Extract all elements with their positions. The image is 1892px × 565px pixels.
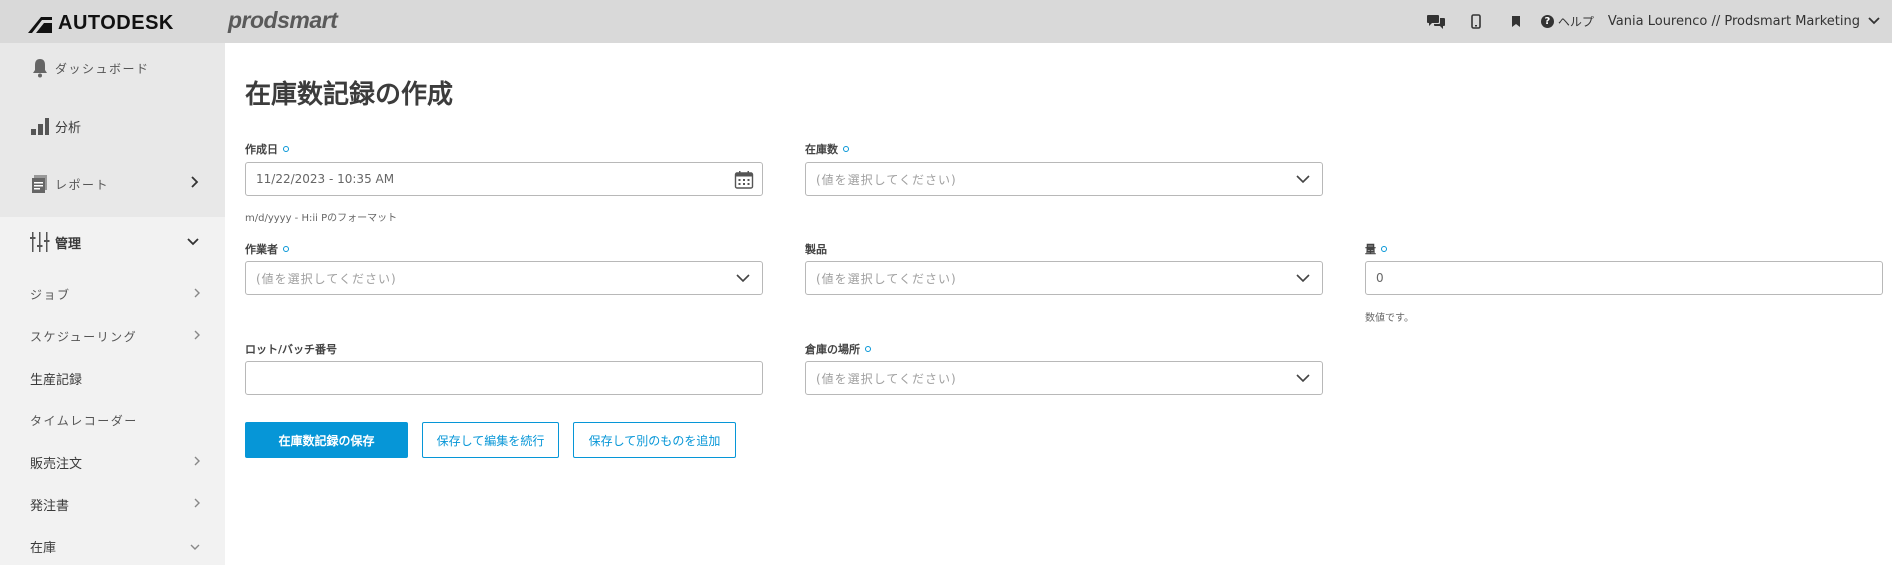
sidebar-subitem-time-recorder[interactable]: タイムレコーダー [30, 412, 200, 428]
product-label: 製品 [805, 241, 827, 257]
stock-count-label: 在庫数 [805, 141, 849, 157]
sliders-icon [29, 231, 51, 253]
quantity-hint: 数値です。 [1365, 313, 1414, 324]
required-indicator-icon [865, 346, 871, 352]
lot-batch-label: ロット/バッチ番号 [245, 341, 337, 357]
top-right-menu: ? ヘルプ Vania Lourenco // Prodsmart Market… [1407, 0, 1880, 43]
sidebar-item-label: 分析 [55, 120, 82, 136]
chevron-right-icon [194, 455, 200, 470]
sidebar-subitem-jobs[interactable]: ジョブ [30, 286, 200, 302]
chevron-down-icon [1296, 372, 1310, 386]
created-date-value: 11/22/2023 - 10:35 AM [256, 172, 395, 186]
quantity-input[interactable]: 0 [1365, 261, 1883, 295]
sidebar-item-label: ダッシュボード [55, 61, 150, 76]
operator-placeholder: (値を選択してください) [256, 271, 397, 286]
created-date-label: 作成日 [245, 141, 289, 157]
lot-batch-input[interactable] [245, 361, 763, 395]
operator-label-text: 作業者 [245, 243, 278, 256]
quantity-value: 0 [1376, 271, 1384, 285]
mobile-icon[interactable] [1465, 11, 1487, 33]
stock-count-placeholder: (値を選択してください) [816, 172, 957, 187]
user-menu[interactable]: Vania Lourenco // Prodsmart Marketing [1608, 14, 1860, 29]
sidebar-subitem-scheduling[interactable]: スケジューリング [30, 328, 200, 344]
quantity-label: 量 [1365, 241, 1387, 257]
created-date-field[interactable]: 11/22/2023 - 10:35 AM [245, 162, 763, 196]
sidebar-subitem-label: 発注書 [30, 498, 70, 514]
sidebar-subitem-label: ジョブ [30, 287, 71, 302]
required-indicator-icon [283, 146, 289, 152]
warehouse-location-label-text: 倉庫の場所 [805, 343, 860, 356]
chevron-down-icon[interactable] [1868, 14, 1880, 29]
sidebar-item-label: レポート [55, 177, 110, 192]
sidebar-subitem-label: 生産記録 [30, 372, 83, 388]
autodesk-logo[interactable]: AUTODESK [28, 12, 174, 35]
save-button[interactable]: 在庫数記録の保存 [245, 422, 408, 458]
stock-count-select[interactable]: (値を選択してください) [805, 162, 1323, 196]
warehouse-location-placeholder: (値を選択してください) [816, 371, 957, 386]
bar-chart-icon [29, 115, 51, 137]
sidebar-subitem-label: スケジューリング [30, 329, 138, 344]
chevron-down-icon [1296, 173, 1310, 187]
chevron-right-icon [194, 329, 200, 344]
sidebar-subitem-purchase-orders[interactable]: 発注書 [30, 496, 200, 514]
quantity-label-text: 量 [1365, 243, 1376, 256]
help-icon: ? [1540, 15, 1554, 28]
chevron-down-icon [187, 235, 199, 250]
help-label: ヘルプ [1557, 15, 1594, 29]
sidebar-item-dashboard[interactable]: ダッシュボード [0, 57, 225, 79]
chevron-right-icon [194, 497, 200, 512]
stock-count-label-text: 在庫数 [805, 143, 838, 156]
sidebar-subitem-inventory[interactable]: 在庫 [30, 538, 200, 556]
sidebar-subitem-label: 販売注文 [30, 456, 83, 472]
chevron-right-icon [194, 287, 200, 302]
report-icon [29, 173, 51, 195]
chevron-down-icon [190, 539, 200, 554]
sidebar-item-reports[interactable]: レポート [0, 173, 225, 195]
product-label-text: 製品 [805, 243, 827, 256]
product-placeholder: (値を選択してください) [816, 271, 957, 286]
help-link[interactable]: ? ヘルプ [1540, 13, 1594, 30]
page-title: 在庫数記録の作成 [245, 80, 454, 110]
chevron-down-icon [736, 272, 750, 286]
autodesk-logo-icon [28, 16, 52, 33]
created-date-label-text: 作成日 [245, 143, 278, 156]
save-and-continue-button[interactable]: 保存して編集を続行 [422, 422, 559, 458]
prodsmart-brand[interactable]: prodsmart [228, 7, 338, 34]
warehouse-location-label: 倉庫の場所 [805, 341, 871, 357]
required-indicator-icon [1381, 246, 1387, 252]
warehouse-location-select[interactable]: (値を選択してください) [805, 361, 1323, 395]
chevron-down-icon [1296, 272, 1310, 286]
chevron-right-icon [191, 176, 199, 192]
sidebar-item-label: 管理 [55, 236, 82, 252]
sidebar-subitem-production-records[interactable]: 生産記録 [30, 370, 200, 388]
bell-icon [29, 57, 51, 79]
sidebar-item-management[interactable]: 管理 [0, 231, 225, 253]
sidebar-subitem-sales-orders[interactable]: 販売注文 [30, 454, 200, 472]
bookmark-icon[interactable] [1505, 11, 1527, 33]
sidebar-subitem-label: タイムレコーダー [30, 413, 138, 428]
calendar-icon[interactable] [734, 170, 754, 193]
save-and-add-button[interactable]: 保存して別のものを追加 [573, 422, 736, 458]
logo-text: AUTODESK [58, 12, 174, 34]
operator-label: 作業者 [245, 241, 289, 257]
operator-select[interactable]: (値を選択してください) [245, 261, 763, 295]
top-bar: AUTODESK prodsmart ? ヘルプ Vania Lourenco … [0, 0, 1892, 43]
created-date-hint: m/d/yyyy - H:ii Pのフォーマット [245, 213, 398, 224]
sidebar-item-analytics[interactable]: 分析 [0, 115, 225, 137]
chat-icon[interactable] [1425, 11, 1447, 33]
product-select[interactable]: (値を選択してください) [805, 261, 1323, 295]
sidebar-subitem-label: 在庫 [30, 540, 57, 556]
sidebar: ダッシュボード 分析 レポート 管理 ジョブ スケジューリング 生産記録 タイム… [0, 43, 225, 565]
required-indicator-icon [843, 146, 849, 152]
required-indicator-icon [283, 246, 289, 252]
lot-batch-label-text: ロット/バッチ番号 [245, 343, 338, 356]
